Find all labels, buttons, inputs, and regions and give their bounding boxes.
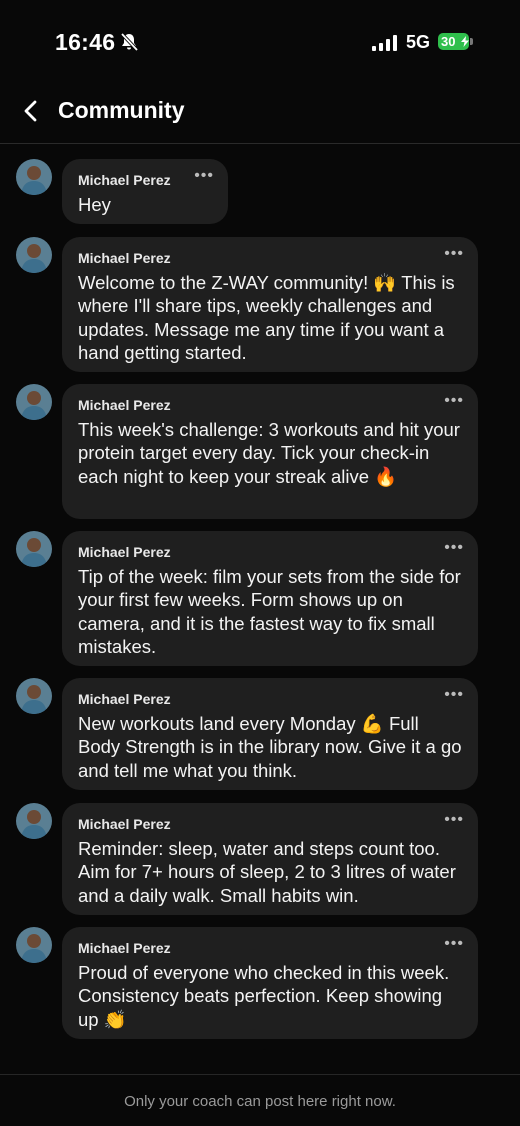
message-bubble: Michael Perez ••• New workouts land ever…: [62, 678, 478, 790]
message-text: Hey: [78, 194, 111, 215]
sender-name: Michael Perez: [78, 940, 171, 956]
message-text: This week's challenge: 3 workouts and hi…: [78, 419, 460, 487]
message-text: Reminder: sleep, water and steps count t…: [78, 838, 456, 906]
sender-name: Michael Perez: [78, 816, 171, 832]
sender-name: Michael Perez: [78, 397, 171, 413]
message-bubble: Michael Perez ••• Proud of everyone who …: [62, 927, 478, 1039]
footer-notice: Only your coach can post here right now.: [124, 1093, 396, 1110]
message-bubble: Michael Perez ••• Tip of the week: film …: [62, 531, 478, 666]
sender-name: Michael Perez: [78, 691, 171, 707]
bell-slash-icon: [120, 32, 139, 52]
avatar[interactable]: [16, 803, 52, 839]
message-bubble: Michael Perez ••• Welcome to the Z-WAY c…: [62, 237, 478, 372]
message-bubble: Michael Perez ••• Hey: [62, 159, 228, 224]
more-options-icon[interactable]: •••: [444, 246, 464, 262]
more-options-icon[interactable]: •••: [444, 540, 464, 556]
back-chevron-icon[interactable]: [20, 99, 44, 123]
battery-level: 30: [441, 34, 456, 49]
battery-icon: 30: [438, 33, 474, 52]
more-options-icon[interactable]: •••: [444, 936, 464, 952]
nav-header: Community: [0, 86, 520, 144]
message-text: Proud of everyone who checked in this we…: [78, 962, 450, 1030]
message-bubble: Michael Perez ••• Reminder: sleep, water…: [62, 803, 478, 915]
sender-name: Michael Perez: [78, 250, 171, 266]
message-bubble: Michael Perez ••• This week's challenge:…: [62, 384, 478, 519]
message-text: New workouts land every Monday 💪 Full Bo…: [78, 713, 462, 781]
avatar[interactable]: [16, 384, 52, 420]
message-text: Welcome to the Z-WAY community! 🙌 This i…: [78, 272, 455, 363]
message-text: Tip of the week: film your sets from the…: [78, 566, 461, 657]
avatar[interactable]: [16, 531, 52, 567]
avatar[interactable]: [16, 159, 52, 195]
status-time: 16:46: [55, 29, 116, 55]
message-feed[interactable]: Michael Perez ••• Hey Michael Perez ••• …: [0, 144, 520, 1074]
sender-name: Michael Perez: [78, 172, 171, 188]
charging-bolt-icon: [461, 36, 469, 47]
avatar[interactable]: [16, 237, 52, 273]
more-options-icon[interactable]: •••: [444, 812, 464, 828]
avatar[interactable]: [16, 678, 52, 714]
more-options-icon[interactable]: •••: [444, 393, 464, 409]
cellular-signal-icon: [372, 35, 397, 51]
posting-restriction-footer: Only your coach can post here right now.: [0, 1074, 520, 1126]
more-options-icon[interactable]: •••: [194, 168, 214, 184]
more-options-icon[interactable]: •••: [444, 687, 464, 703]
status-bar: 16:46 5G 30: [0, 0, 520, 86]
page-title: Community: [58, 97, 185, 123]
network-type: 5G: [406, 32, 431, 52]
sender-name: Michael Perez: [78, 544, 171, 560]
avatar[interactable]: [16, 927, 52, 963]
